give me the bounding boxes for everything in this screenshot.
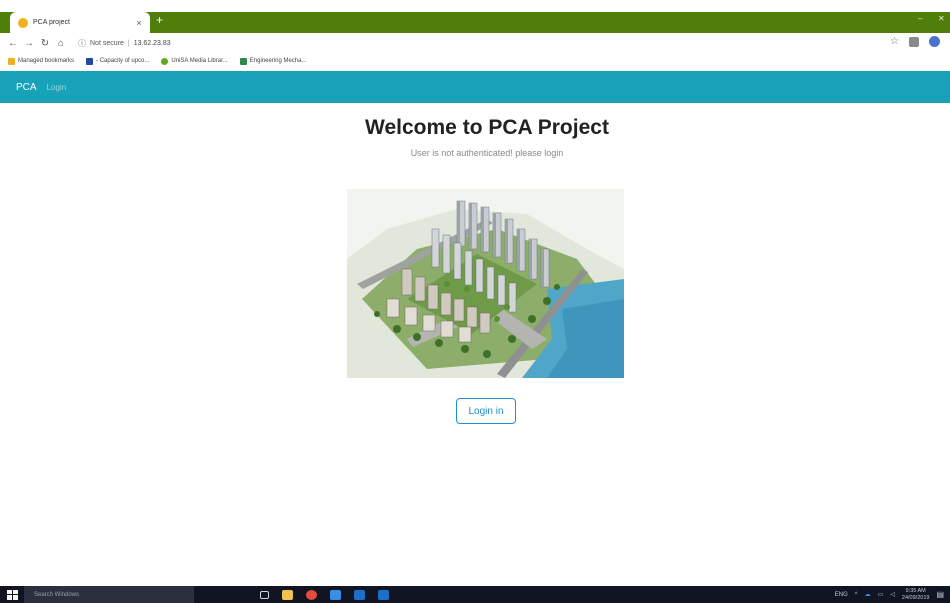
app-navbar: PCA Login <box>0 71 950 103</box>
notifications-icon[interactable]: ▤ <box>936 590 944 599</box>
url-input[interactable]: ⓘ Not secure | 13.62.23.83 <box>78 38 171 49</box>
bookmark-item[interactable]: Engineering Mecha... <box>239 57 307 65</box>
browser-tab-strip: PCA project × + – ✕ <box>0 0 950 33</box>
search-placeholder: Search Windows <box>34 591 80 598</box>
bookmark-item[interactable]: - Capacity of upco... <box>86 57 150 65</box>
taskbar-apps <box>260 589 389 600</box>
bookmark-label: Managed bookmarks <box>18 58 75 64</box>
bookmarks-bar: Managed bookmarks - Capacity of upco... … <box>0 53 950 69</box>
new-tab-button[interactable]: + <box>156 13 163 27</box>
task-view-icon[interactable] <box>260 590 269 599</box>
minimize-icon[interactable]: – <box>918 14 922 23</box>
windows-start-icon[interactable] <box>7 589 18 600</box>
info-icon[interactable]: ⓘ <box>78 38 86 49</box>
extension-icon[interactable] <box>909 36 919 47</box>
bookmark-label: Engineering Mecha... <box>249 58 307 64</box>
close-window-icon[interactable]: ✕ <box>938 14 945 23</box>
clock-time: 9:35 AM <box>905 587 926 594</box>
auth-status-message: User is not authenticated! please login <box>410 148 564 158</box>
outlook-icon[interactable] <box>354 589 365 600</box>
site-icon <box>161 57 169 65</box>
address-bar: ← → ↻ ⌂ ⓘ Not secure | 13.62.23.83 ☆ <box>0 33 950 53</box>
tab-title: PCA project <box>33 19 70 26</box>
bookmark-item[interactable]: Managed bookmarks <box>8 57 75 65</box>
chrome-icon[interactable] <box>306 589 317 600</box>
navbar-brand[interactable]: PCA <box>16 82 37 93</box>
onedrive-icon[interactable]: ☁ <box>865 591 871 598</box>
login-button[interactable]: Login in <box>456 398 516 424</box>
url-text: 13.62.23.83 <box>133 39 171 47</box>
toolbar-right: ☆ <box>890 36 940 47</box>
favicon-icon <box>18 17 28 28</box>
outlook-icon[interactable] <box>378 589 389 600</box>
bookmark-label: - Capacity of upco... <box>96 58 150 64</box>
reload-icon[interactable]: ↻ <box>38 38 52 49</box>
site-icon <box>239 57 247 65</box>
page-title: Welcome to PCA Project <box>365 116 609 139</box>
bookmark-item[interactable]: UniSA Media Librar... <box>161 57 228 65</box>
file-explorer-icon[interactable] <box>282 589 293 600</box>
url-separator: | <box>127 39 130 47</box>
site-icon <box>86 57 94 65</box>
taskbar-search-input[interactable]: Search Windows <box>24 586 194 603</box>
bookmark-label: UniSA Media Librar... <box>171 58 228 64</box>
chevron-up-icon[interactable]: ^ <box>855 592 858 598</box>
windows-taskbar: Search Windows ENG ^ ☁ ▭ ◁ 9:35 AM 24/09… <box>0 586 950 603</box>
tab-close-icon[interactable]: × <box>134 18 144 28</box>
navbar-login-link[interactable]: Login <box>47 83 67 92</box>
security-status: Not secure <box>90 39 124 47</box>
volume-icon[interactable]: ◁ <box>890 591 895 598</box>
system-tray: ENG ^ ☁ ▭ ◁ 9:35 AM 24/09/2019 ▤ <box>835 586 944 603</box>
home-icon[interactable]: ⌂ <box>54 38 68 49</box>
browser-tab[interactable]: PCA project × <box>10 12 150 33</box>
back-arrow-icon[interactable]: ← <box>6 38 20 49</box>
language-indicator[interactable]: ENG <box>835 592 848 598</box>
profile-avatar-icon[interactable] <box>929 36 940 47</box>
folder-icon <box>8 57 15 65</box>
clock-date: 24/09/2019 <box>901 594 930 601</box>
forward-arrow-icon[interactable]: → <box>22 38 36 49</box>
app-icon[interactable] <box>330 589 341 600</box>
bookmark-star-icon[interactable]: ☆ <box>890 36 899 47</box>
clock[interactable]: 9:35 AM 24/09/2019 <box>902 588 930 602</box>
network-icon[interactable]: ▭ <box>878 591 884 598</box>
aerial-city-illustration <box>347 189 624 378</box>
hero-image <box>347 189 624 378</box>
